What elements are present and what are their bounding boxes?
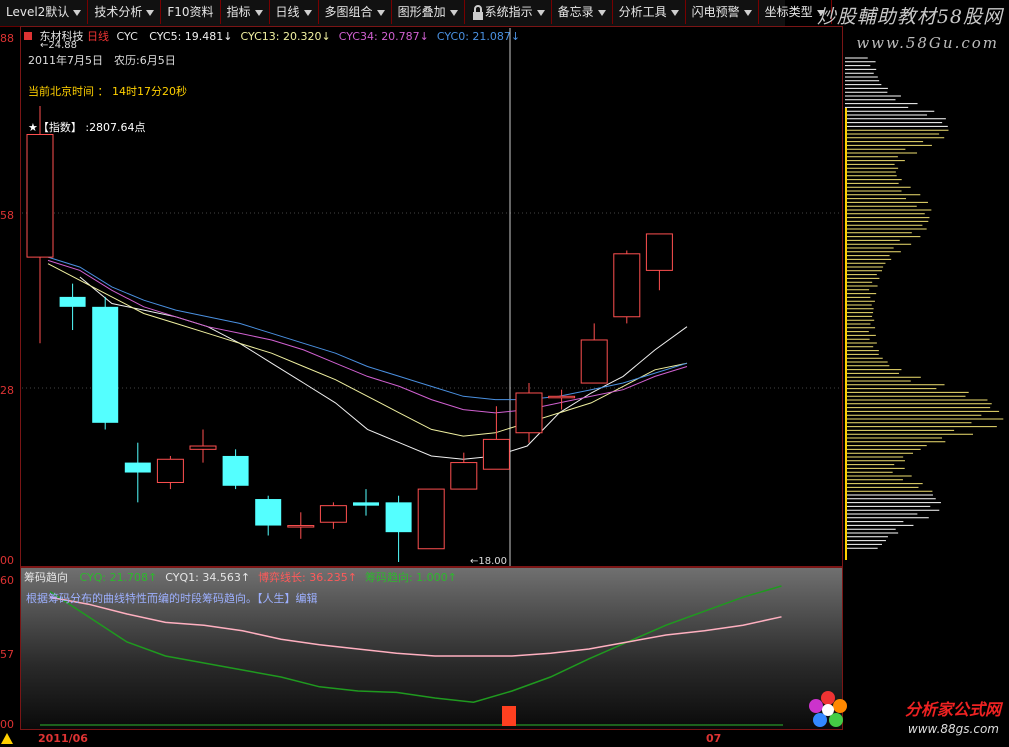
candle-body — [580, 339, 608, 384]
date-label: 2011年7月5日 — [28, 54, 103, 67]
candle-body — [515, 392, 543, 434]
main-legend: 东材科技 日线 CYC CYC5: 19.481↓ CYC13: 20.320↓ C… — [24, 28, 520, 44]
period-label: 日线 — [87, 30, 109, 43]
indicator-value-0: CYC5: 19.481↓ — [149, 30, 233, 43]
sub-ytick-top: 60 — [0, 574, 14, 587]
candle-body — [353, 502, 379, 506]
candle-body — [482, 438, 510, 470]
price-chart[interactable] — [0, 0, 1009, 747]
candle-body — [287, 525, 315, 528]
candle-body — [26, 134, 54, 258]
main-ytick-3: 28 — [0, 384, 14, 397]
lunar-label: 农历:6月5日 — [114, 54, 176, 67]
main-ytick-2: 58 — [0, 209, 14, 222]
low-price-label: ←18.00 — [470, 556, 508, 567]
sub-description: 根据筹码分布的曲线特性而编的时段筹码趋向。【人生】编辑 — [26, 592, 318, 605]
candle-body — [319, 505, 347, 523]
candle-body — [255, 499, 282, 526]
indicator-value-2: CYC34: 20.787↓ — [338, 30, 429, 43]
candle-body — [385, 502, 412, 533]
high-price-label: ←24.88 — [40, 40, 78, 51]
time-label: 当前北京时间 ： 14时17分20秒 — [28, 85, 187, 98]
main-ytick-top: 88 — [0, 32, 14, 45]
x-label-end: 07 — [706, 732, 722, 745]
sub-value-0: CYQ: 21.708↑ — [79, 571, 158, 584]
sub-line-CYQ1 — [49, 596, 782, 657]
indicator-values: CYC5: 19.481↓ CYC13: 20.320↓ CYC34: 20.787… — [141, 30, 520, 43]
warning-icon[interactable] — [1, 733, 13, 744]
candle-body — [645, 233, 673, 271]
indicator-value-3: CYC0: 21.087↓ — [436, 30, 521, 43]
flower-logo-icon — [806, 690, 850, 730]
candle-body — [613, 253, 641, 318]
signal-marker — [502, 706, 516, 726]
candle-body — [92, 306, 119, 423]
sub-value-2: 博弈线长: 36.235↑ — [258, 571, 357, 584]
brand-bottom-title: 分析家公式网 — [904, 700, 1001, 719]
candle-body — [189, 445, 217, 450]
main-ytick-bottom: 00 — [0, 554, 14, 567]
brand-bottom-url: www.88gs.com — [907, 722, 999, 736]
sub-values: CYQ: 21.708↑ CYQ1: 34.563↑ 博弈线长: 36.235↑ 筹码… — [72, 571, 457, 584]
indicator-value-1: CYC13: 20.320↓ — [240, 30, 331, 43]
sub-ytick-bottom: 00 — [0, 718, 14, 731]
sub-legend: 筹码趋向 CYQ: 21.708↑ CYQ1: 34.563↑ 博弈线长: 36.2… — [24, 569, 457, 585]
stock-name-icon — [24, 32, 32, 40]
candle-body — [548, 395, 576, 399]
sub-ytick-mid: 57 — [0, 648, 14, 661]
sub-title: 筹码趋向 — [24, 571, 68, 584]
candle-body — [417, 488, 445, 550]
candle-body — [124, 462, 151, 473]
candle-body — [222, 455, 249, 486]
candle-body — [59, 296, 86, 307]
candle-body — [450, 462, 478, 490]
x-label-start: 2011/06 — [38, 732, 88, 745]
sub-value-1: CYQ1: 34.563↑ — [165, 571, 251, 584]
sub-value-3: 筹码趋向: 1.000↑ — [364, 571, 457, 584]
indicator-name: CYC — [116, 30, 138, 43]
candle-body — [156, 458, 184, 483]
index-label: ★【指数】 :2807.64点 — [28, 121, 146, 134]
